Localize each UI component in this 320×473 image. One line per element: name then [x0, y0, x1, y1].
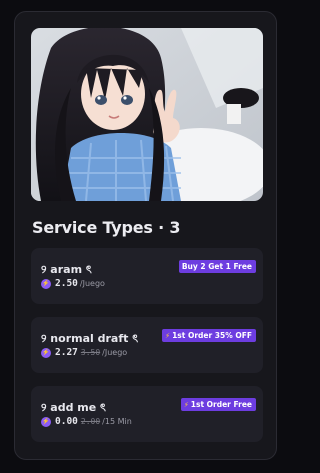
coin-icon: ⚡	[41, 416, 51, 427]
service-price: ⚡ 2.50 /Juego	[41, 278, 105, 289]
price-amount: 2.50	[55, 278, 78, 289]
service-item[interactable]: ୨ normal draft ৎ ⚡ 1st Order 35% OFF ⚡ 2.…	[31, 317, 263, 373]
lightning-icon: ⚡	[183, 401, 189, 409]
price-amount: 0.00	[55, 416, 78, 427]
service-item[interactable]: ୨ aram ৎ Buy 2 Get 1 Free ⚡ 2.50 /Juego	[31, 248, 263, 304]
price-unit: /Juego	[102, 348, 128, 357]
promo-badge: Buy 2 Get 1 Free	[178, 260, 256, 273]
coin-icon: ⚡	[41, 278, 51, 289]
price-amount: 2.27	[55, 347, 78, 358]
service-price: ⚡ 0.00 2.00 /15 Min	[41, 416, 132, 427]
service-card: Service Types · 3 ୨ aram ৎ Buy 2 Get 1 F…	[14, 11, 277, 460]
promo-badge: ⚡ 1st Order Free	[180, 398, 256, 411]
profile-photo[interactable]	[31, 28, 263, 201]
service-price: ⚡ 2.27 3.50 /Juego	[41, 347, 127, 358]
coin-icon: ⚡	[41, 347, 51, 358]
old-price: 3.50	[80, 348, 101, 357]
old-price: 2.00	[80, 417, 101, 426]
price-unit: /Juego	[79, 279, 105, 288]
price-unit: /15 Min	[102, 417, 132, 426]
service-item[interactable]: ୨ add me ৎ ⚡ 1st Order Free ⚡ 0.00 2.00 /…	[31, 386, 263, 442]
lightning-icon: ⚡	[165, 332, 171, 340]
promo-badge: ⚡ 1st Order 35% OFF	[162, 329, 256, 342]
section-title: Service Types · 3	[32, 218, 181, 237]
